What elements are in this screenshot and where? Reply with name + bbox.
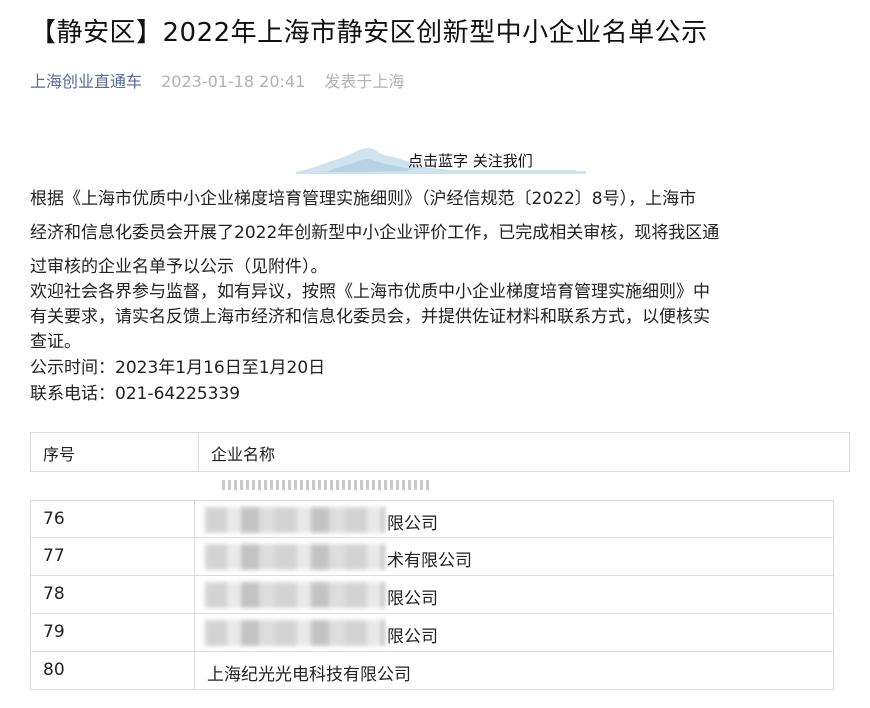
supervision-line: 欢迎社会各界参与监督，如有异议，按照《上海市优质中小企业梯度培育管理实施细则》中 (30, 282, 710, 302)
intro-line: 经济和信息化委员会开展了2022年创新型中小企业评价工作，已完成相关审核，现将我… (30, 223, 720, 243)
publish-date: 2023-01-18 20:41 (161, 72, 306, 91)
follow-text: 点击蓝字 关注我们 (408, 152, 533, 170)
table-header: 序号 企业名称 (30, 432, 850, 472)
redacted-text (205, 507, 385, 533)
supervision-line: 有关要求，请实名反馈上海市经济和信息化委员会，并提供佐证材料和联系方式，以便核实 (30, 307, 710, 327)
intro-line: 根据《上海市优质中小企业梯度培育管理实施细则》（沪经信规范〔2022〕8号），上… (30, 189, 697, 209)
row-number: 77 (31, 538, 195, 575)
company-table: 76 限公司 77 术有限公司 78 限公司 79 限公司 80 上海纪光光电科… (30, 500, 834, 690)
table-row: 77 术有限公司 (30, 538, 834, 576)
truncated-text-remnant (222, 480, 432, 490)
article-title: 【静安区】2022年上海市静安区创新型中小企业名单公示 (30, 18, 708, 48)
intro-paragraph: 根据《上海市优质中小企业梯度培育管理实施细则》（沪经信规范〔2022〕8号），上… (30, 182, 719, 284)
truncated-row (30, 472, 850, 500)
redacted-text (205, 544, 385, 570)
company-name-suffix: 限公司 (387, 627, 438, 647)
company-name: 上海纪光光电科技有限公司 (207, 665, 411, 685)
header-number: 序号 (31, 433, 199, 471)
follow-banner[interactable]: 点击蓝字 关注我们 (296, 142, 586, 174)
table-row: 76 限公司 (30, 500, 834, 538)
intro-line: 过审核的企业名单予以公示（见附件）。 (30, 257, 328, 277)
table-row: 79 限公司 (30, 614, 834, 652)
row-number: 79 (31, 614, 195, 651)
supervision-line: 查证。 (30, 332, 81, 352)
company-name-suffix: 限公司 (387, 514, 438, 534)
company-name-suffix: 限公司 (387, 589, 438, 609)
supervision-paragraph: 欢迎社会各界参与监督，如有异议，按照《上海市优质中小企业梯度培育管理实施细则》中… (30, 280, 710, 355)
row-number: 78 (31, 576, 195, 613)
header-company: 企业名称 (211, 445, 276, 464)
publish-location: 发表于上海 (324, 72, 405, 91)
author-link[interactable]: 上海创业直通车 (30, 72, 142, 91)
row-number: 76 (31, 501, 195, 537)
table-row: 80 上海纪光光电科技有限公司 (30, 652, 834, 690)
redacted-text (205, 582, 385, 608)
redacted-text (205, 620, 385, 646)
row-number: 80 (31, 652, 195, 689)
company-name-suffix: 术有限公司 (387, 551, 472, 571)
publicity-time: 公示时间：2023年1月16日至1月20日 (30, 358, 326, 378)
table-row: 78 限公司 (30, 576, 834, 614)
article-meta: 上海创业直通车 2023-01-18 20:41 发表于上海 (30, 68, 404, 92)
contact-phone: 联系电话：021-64225339 (30, 384, 241, 404)
